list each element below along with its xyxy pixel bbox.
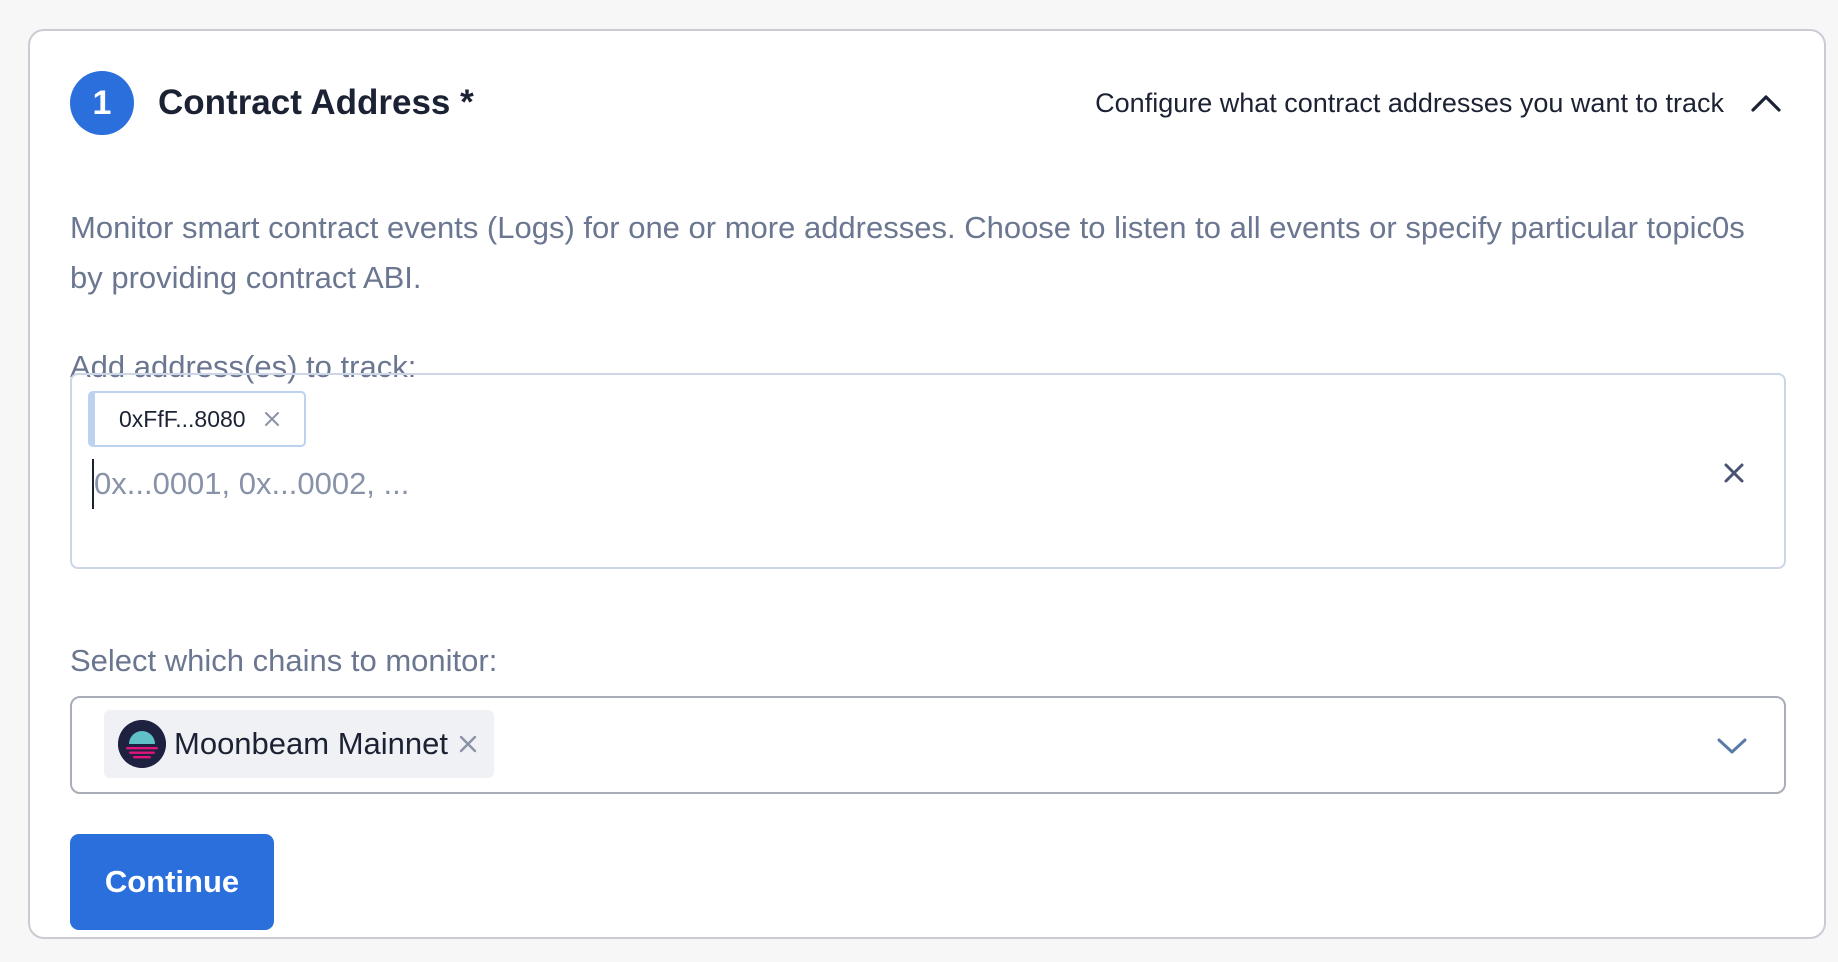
address-tag-label: 0xFfF...8080 [119, 405, 246, 432]
chevron-down-icon[interactable] [1714, 728, 1750, 764]
address-multi-input[interactable]: 0xFfF...8080 [70, 373, 1786, 569]
step-hint: Configure what contract addresses you wa… [1095, 87, 1724, 118]
contract-address-step-card: 1 Contract Address * Configure what cont… [28, 29, 1826, 939]
continue-button[interactable]: Continue [70, 834, 274, 930]
chain-multi-select[interactable]: Moonbeam Mainnet [70, 696, 1786, 794]
step-number-badge: 1 [70, 71, 134, 135]
address-tag: 0xFfF...8080 [88, 391, 306, 447]
step-title: Contract Address * [158, 83, 474, 122]
chain-tag-label: Moonbeam Mainnet [174, 726, 448, 761]
chain-tag: Moonbeam Mainnet [104, 710, 494, 778]
moonbeam-logo-icon [118, 720, 166, 768]
address-input[interactable] [92, 459, 1596, 509]
chevron-up-icon[interactable] [1748, 85, 1784, 121]
step-header[interactable]: 1 Contract Address * Configure what cont… [70, 71, 1784, 135]
chain-field-label: Select which chains to monitor: [70, 643, 498, 678]
clear-all-icon[interactable] [1718, 457, 1750, 489]
tag-remove-icon[interactable] [262, 409, 282, 429]
step-description: Monitor smart contract events (Logs) for… [70, 210, 1745, 295]
chain-remove-icon[interactable] [458, 734, 478, 754]
